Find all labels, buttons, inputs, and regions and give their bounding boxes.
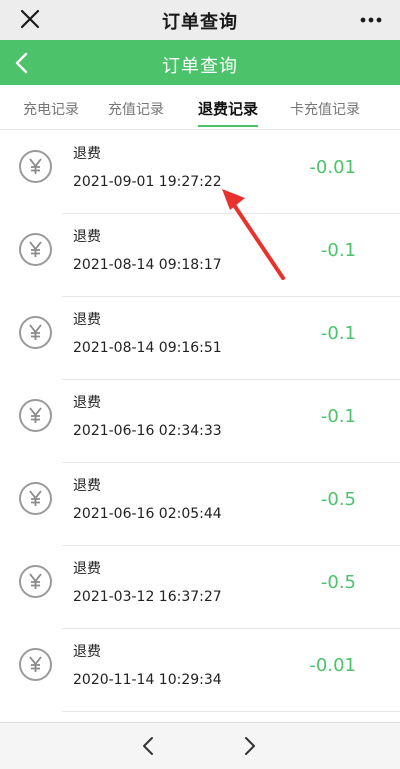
- list-item[interactable]: 退费 2021-08-14 09:16:51 -0.1: [0, 297, 400, 380]
- record-type: 退费: [73, 312, 101, 328]
- chevron-left-icon[interactable]: [141, 736, 155, 756]
- record-amount: -0.1: [320, 406, 356, 427]
- record-amount: -0.1: [320, 323, 356, 344]
- yuan-icon: [19, 565, 52, 598]
- window-title: 订单查询: [162, 12, 238, 33]
- list-item[interactable]: 退费 2021-03-12 16:37:27 -0.5: [0, 546, 400, 629]
- record-type: 退费: [73, 561, 101, 577]
- record-time: 2021-03-12 16:37:27: [73, 589, 222, 605]
- record-time: 2021-08-14 09:18:17: [73, 257, 222, 273]
- record-time: 2020-11-14 10:29:34: [73, 672, 222, 688]
- yuan-icon: [19, 150, 52, 183]
- tab-refund-records[interactable]: 退费记录: [195, 98, 261, 119]
- list-item[interactable]: 退费 2021-06-16 02:05:44 -0.5: [0, 463, 400, 546]
- yuan-icon: [19, 316, 52, 349]
- more-icon[interactable]: [360, 17, 382, 23]
- record-amount: -0.01: [309, 655, 356, 676]
- tab-card-recharge-records[interactable]: 卡充值记录: [288, 99, 362, 119]
- bottom-toolbar: [0, 722, 400, 769]
- page-title: 订单查询: [162, 56, 238, 77]
- record-type: 退费: [73, 146, 101, 162]
- record-type: 退费: [73, 229, 101, 245]
- list-item[interactable]: 退费 2021-09-01 19:27:22 -0.01: [0, 131, 400, 214]
- list-item[interactable]: 退费 2020-11-14 10:29:34 -0.01: [0, 629, 400, 712]
- list-item[interactable]: 退费 2021-06-16 02:34:33 -0.1: [0, 380, 400, 463]
- yuan-icon: [19, 648, 52, 681]
- record-type: 退费: [73, 478, 101, 494]
- chevron-right-icon[interactable]: [243, 736, 257, 756]
- page-header: 订单查询: [0, 40, 400, 85]
- active-tab-indicator: [198, 125, 258, 127]
- page: 订单查询 订单查询 充电记录 充值记录 退费记录 卡充值记录 退费 2021-0…: [0, 0, 400, 769]
- record-amount: -0.5: [320, 572, 356, 593]
- yuan-icon: [19, 399, 52, 432]
- record-amount: -0.1: [320, 240, 356, 261]
- list-item[interactable]: 退费 2021-08-14 09:18:17 -0.1: [0, 214, 400, 297]
- tab-recharge-records[interactable]: 充值记录: [105, 99, 167, 119]
- yuan-icon: [19, 482, 52, 515]
- tab-bar: 充电记录 充值记录 退费记录 卡充值记录: [0, 85, 400, 130]
- record-amount: -0.5: [320, 489, 356, 510]
- window-top-bar: 订单查询: [0, 0, 400, 40]
- record-time: 2021-09-01 19:27:22: [73, 174, 222, 190]
- record-type: 退费: [73, 395, 101, 411]
- tab-charge-records[interactable]: 充电记录: [20, 99, 82, 119]
- record-amount: -0.01: [309, 157, 356, 178]
- record-type: 退费: [73, 644, 101, 660]
- yuan-icon: [19, 233, 52, 266]
- record-time: 2021-06-16 02:34:33: [73, 423, 222, 439]
- record-time: 2021-06-16 02:05:44: [73, 506, 222, 522]
- record-time: 2021-08-14 09:16:51: [73, 340, 222, 356]
